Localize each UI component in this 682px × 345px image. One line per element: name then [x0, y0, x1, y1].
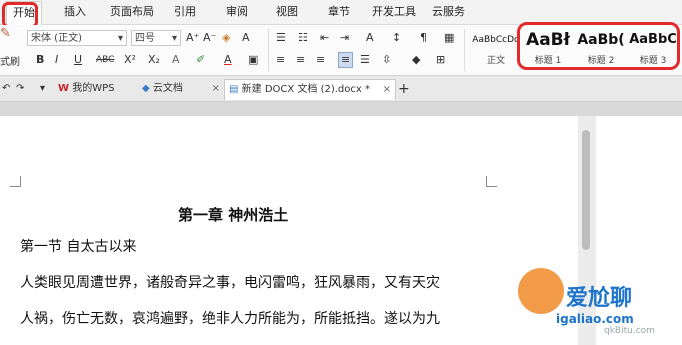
- clear-format-icon[interactable]: ◈: [222, 31, 230, 45]
- align-center-icon[interactable]: ≡: [296, 53, 305, 67]
- ribbon-divider: [268, 29, 269, 71]
- grow-font-icon[interactable]: A⁺: [186, 31, 199, 45]
- tab-cloud-docs[interactable]: ◆ 云文档 ×: [142, 79, 222, 99]
- tab-insert[interactable]: 插入: [64, 0, 86, 24]
- font-name-value: 宋体 (正文): [31, 33, 82, 44]
- align-right-icon[interactable]: ≡: [316, 53, 325, 67]
- style-label: 正文: [486, 56, 505, 66]
- paragraph-line: 人祸，伤亡无数，哀鸿遍野，绝非人力所能为，所能抵挡。遂以为九: [20, 311, 440, 327]
- char-border-icon[interactable]: ▣: [248, 53, 258, 67]
- increase-indent-icon[interactable]: ⇥: [340, 31, 349, 45]
- tab-cloud[interactable]: 云服务: [432, 0, 465, 24]
- bullet-list-icon[interactable]: ☰: [276, 31, 286, 45]
- bold-button[interactable]: B: [36, 53, 44, 67]
- document-page[interactable]: 第一章 神州浩土 第一节 自太古以来 人类眼见周遭世界，诸般奇异之事，电闪雷鸣，…: [0, 116, 578, 345]
- chevron-down-icon: ▾: [171, 33, 177, 44]
- sort-icon[interactable]: ↕: [392, 31, 401, 45]
- decrease-indent-icon[interactable]: ⇤: [320, 31, 329, 45]
- superscript-button[interactable]: X²: [124, 53, 136, 67]
- distribute-icon[interactable]: ☰: [360, 53, 370, 67]
- italic-button[interactable]: I: [55, 53, 58, 67]
- underline-button[interactable]: U: [74, 53, 82, 67]
- watermark-logo-icon: [518, 268, 564, 314]
- tab-label: 新建 DOCX 文档 (2).docx *: [241, 84, 370, 95]
- border-icon[interactable]: ⊞: [436, 53, 445, 67]
- watermark-url: igaliao.com: [556, 312, 634, 326]
- close-icon[interactable]: ×: [383, 80, 391, 100]
- close-icon[interactable]: ×: [212, 79, 220, 99]
- section-title: 第一节 自太古以来: [20, 239, 137, 255]
- tab-review[interactable]: 审阅: [226, 0, 248, 24]
- tab-view[interactable]: 视图: [276, 0, 298, 24]
- table-icon[interactable]: ▦: [444, 31, 454, 45]
- new-tab-button[interactable]: +: [398, 79, 410, 99]
- phonetic-icon[interactable]: A: [242, 31, 250, 45]
- scrollbar-thumb[interactable]: [582, 130, 590, 250]
- tab-label: 我的WPS: [72, 83, 115, 94]
- tab-references[interactable]: 引用: [174, 0, 196, 24]
- tab-new-docx[interactable]: ▤ 新建 DOCX 文档 (2).docx * ×: [224, 79, 396, 100]
- shrink-font-icon[interactable]: A⁻: [203, 31, 216, 45]
- styles-highlight: [517, 22, 680, 70]
- forward-icon[interactable]: ↷: [16, 79, 24, 99]
- font-name-select[interactable]: 宋体 (正文) ▾: [27, 30, 127, 46]
- cloud-icon: ◆: [142, 83, 150, 94]
- shading-icon[interactable]: ◆: [412, 53, 420, 67]
- strikethrough-button[interactable]: ABC: [96, 53, 114, 67]
- ribbon-divider: [464, 29, 465, 71]
- format-painter-icon[interactable]: ✎: [0, 27, 11, 41]
- tab-page-layout[interactable]: 页面布局: [110, 0, 154, 24]
- style-normal[interactable]: AaBbCcDd 正文: [468, 29, 524, 69]
- watermark-small: qkBitu.com: [604, 326, 655, 336]
- line-spacing-icon[interactable]: ⇳: [382, 53, 391, 67]
- tab-chapter[interactable]: 章节: [328, 0, 350, 24]
- font-size-value: 四号: [135, 33, 155, 44]
- align-left-icon[interactable]: ≡: [276, 53, 285, 67]
- tab-label: 云文档: [152, 83, 183, 94]
- chapter-title: 第一章 神州浩土: [178, 206, 289, 224]
- font-color-button[interactable]: A: [224, 53, 232, 67]
- text-effect-icon[interactable]: A: [172, 53, 180, 67]
- justify-icon[interactable]: ≡: [338, 52, 354, 68]
- highlight-icon[interactable]: ✐: [196, 53, 205, 67]
- style-sample: AaBbCcDd: [472, 35, 520, 45]
- tab-my-wps[interactable]: W 我的WPS: [58, 79, 138, 99]
- tab-developer[interactable]: 开发工具: [372, 0, 416, 24]
- watermark-text: 爱尬聊: [566, 286, 633, 311]
- subscript-button[interactable]: X₂: [148, 53, 160, 67]
- show-marks-icon[interactable]: ¶: [420, 31, 427, 45]
- document-tab-bar: ↶ ↷ ▾ W 我的WPS ◆ 云文档 × ▤ 新建 DOCX 文档 (2).d…: [0, 76, 682, 102]
- chevron-down-icon[interactable]: ▾: [40, 79, 45, 99]
- wps-logo-icon: W: [58, 83, 70, 94]
- margin-corner-mark: [486, 176, 497, 187]
- number-list-icon[interactable]: ☷: [298, 31, 308, 45]
- format-painter-label: 式刷: [0, 57, 20, 68]
- chevron-down-icon: ▾: [117, 33, 123, 44]
- margin-corner-mark: [10, 176, 21, 187]
- document-icon: ▤: [229, 84, 239, 95]
- font-size-select[interactable]: 四号 ▾: [131, 30, 181, 46]
- paragraph-line: 人类眼见周遭世界，诸般奇异之事，电闪雷鸣，狂风暴雨，又有天灾: [20, 275, 440, 291]
- text-direction-icon[interactable]: A: [366, 31, 374, 45]
- back-icon[interactable]: ↶: [2, 79, 10, 99]
